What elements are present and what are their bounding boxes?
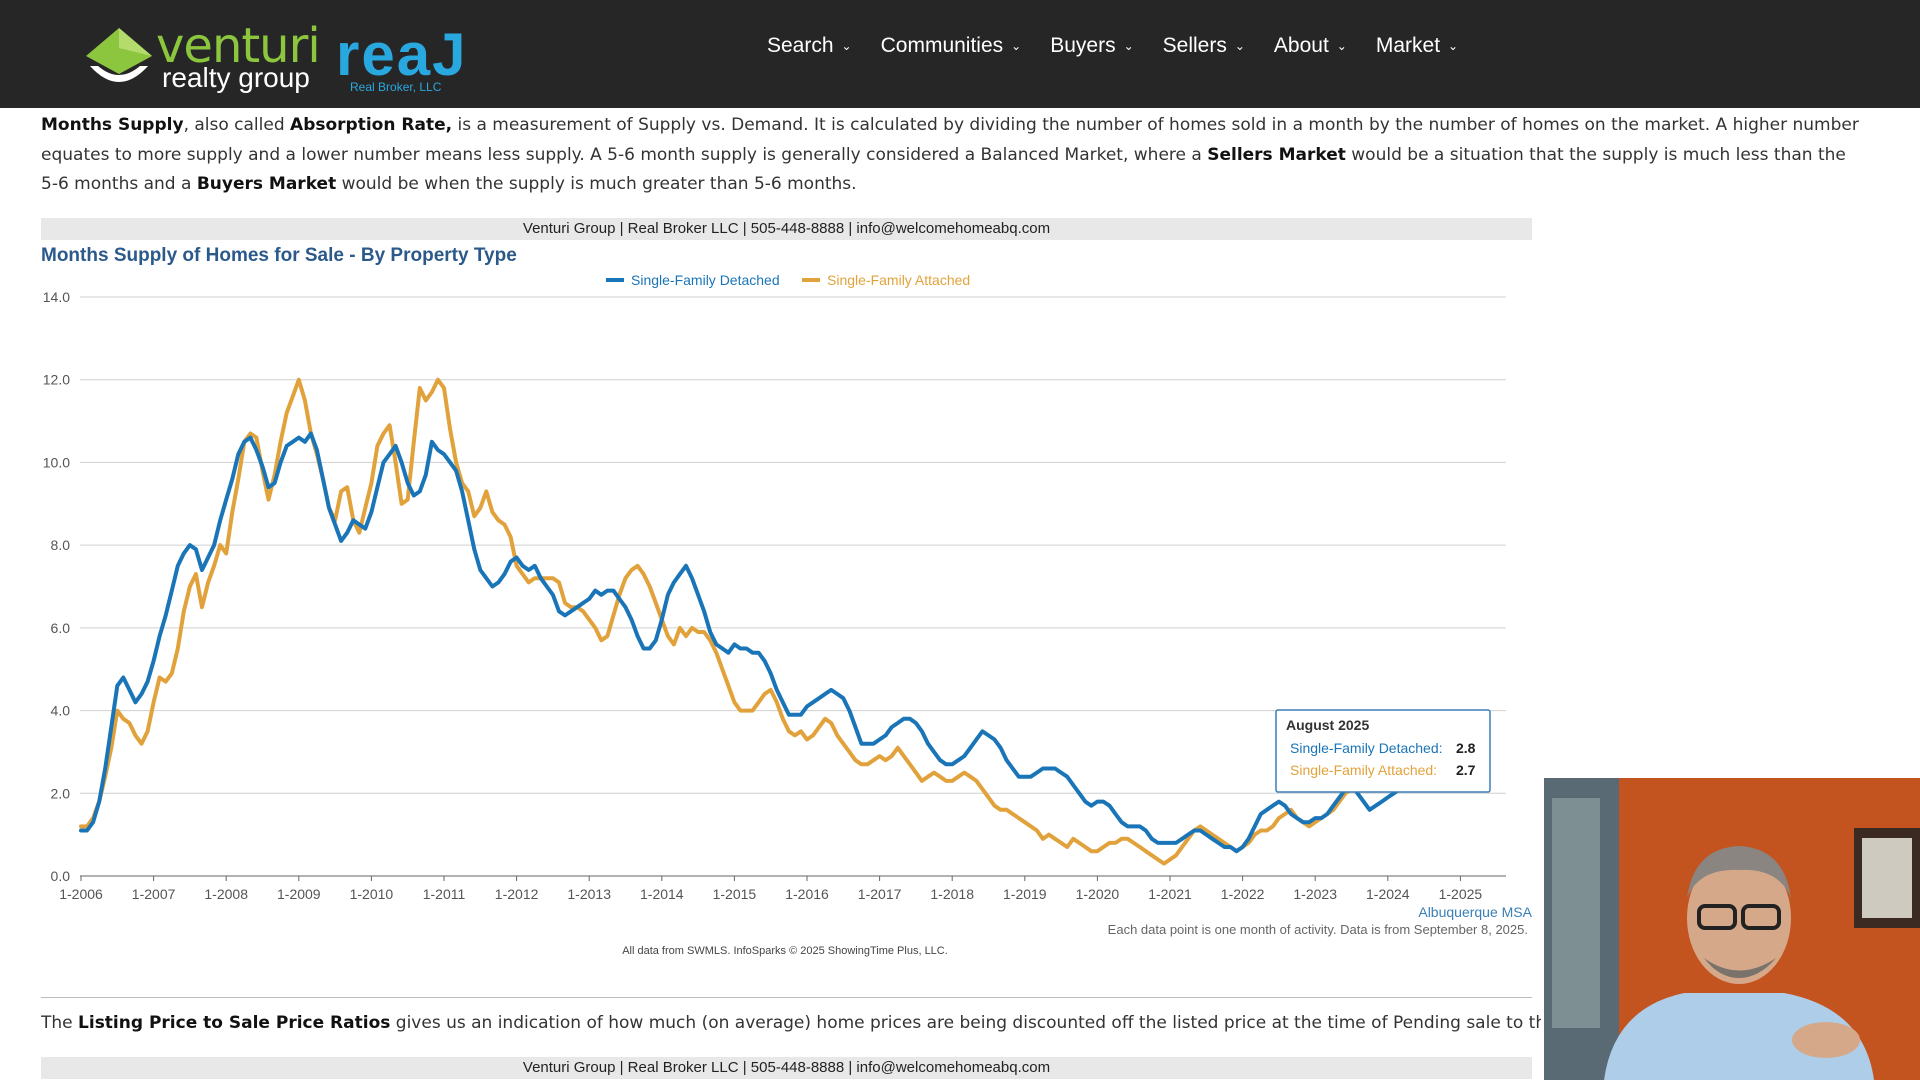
house-logo-icon bbox=[86, 28, 152, 82]
contact-banner: Venturi Group | Real Broker LLC | 505-44… bbox=[41, 218, 1532, 240]
chevron-down-icon: ⌄ bbox=[841, 39, 852, 53]
tooltip-label: Single-Family Detached: bbox=[1290, 740, 1443, 756]
y-tick-label: 12.0 bbox=[43, 372, 70, 388]
nav-sellers[interactable]: Sellers ⌄ bbox=[1163, 34, 1245, 58]
logo-sub-text: realty group bbox=[162, 62, 310, 93]
x-tick-label: 1-2020 bbox=[1076, 886, 1120, 902]
chevron-down-icon: ⌄ bbox=[1336, 39, 1347, 53]
chevron-down-icon: ⌄ bbox=[1123, 39, 1134, 53]
nav-label: Communities bbox=[880, 34, 1004, 57]
presenter-video[interactable] bbox=[1544, 778, 1920, 1080]
listing-ratio-paragraph: The Listing Price to Sale Price Ratios g… bbox=[41, 1009, 1541, 1039]
chevron-down-icon: ⌄ bbox=[1011, 39, 1022, 53]
nav-label: Market bbox=[1375, 34, 1441, 57]
tooltip-label: Single-Family Attached: bbox=[1290, 762, 1437, 778]
nav-label: Sellers bbox=[1162, 34, 1227, 57]
nav-label: Buyers bbox=[1050, 34, 1116, 57]
x-tick-label: 1-2023 bbox=[1293, 886, 1337, 902]
y-tick-label: 8.0 bbox=[51, 537, 71, 553]
tooltip-value: 2.7 bbox=[1456, 762, 1476, 778]
nav-label: Search bbox=[767, 34, 834, 57]
legend-label: Single-Family Attached bbox=[827, 272, 970, 288]
x-tick-label: 1-2010 bbox=[350, 886, 394, 902]
body-text: , also called bbox=[183, 115, 291, 135]
region-label: Albuquerque MSA bbox=[1418, 904, 1532, 920]
y-tick-label: 14.0 bbox=[43, 289, 70, 305]
contact-banner: Venturi Group | Real Broker LLC | 505-44… bbox=[41, 1057, 1532, 1079]
y-tick-label: 10.0 bbox=[43, 454, 70, 470]
logo-real-text: reaJ bbox=[336, 21, 468, 88]
series-line-attached bbox=[79, 377, 1402, 866]
site-logo[interactable]: venturi realty group reaJ Real Broker, L… bbox=[84, 18, 474, 98]
chart-title: Months Supply of Homes for Sale - By Pro… bbox=[41, 245, 517, 266]
bold-text: Listing Price to Sale Price Ratios bbox=[78, 1013, 391, 1033]
intro-paragraph: Months Supply, also called Absorption Ra… bbox=[41, 111, 1866, 200]
x-tick-label: 1-2014 bbox=[640, 886, 684, 902]
x-tick-label: 1-2024 bbox=[1366, 886, 1410, 902]
x-tick-label: 1-2016 bbox=[785, 886, 829, 902]
x-tick-label: 1-2019 bbox=[1003, 886, 1047, 902]
source-note: All data from SWMLS. InfoSparks © 2025 S… bbox=[622, 945, 948, 957]
y-tick-label: 0.0 bbox=[51, 868, 71, 884]
x-tick-label: 1-2011 bbox=[423, 886, 466, 902]
bold-text: Absorption Rate, bbox=[290, 115, 453, 135]
body-text: would be when the supply is much greater… bbox=[336, 174, 857, 194]
x-tick-label: 1-2008 bbox=[204, 886, 248, 902]
nav-market[interactable]: Market ⌄ bbox=[1376, 34, 1458, 58]
site-header: venturi realty group reaJ Real Broker, L… bbox=[0, 0, 1920, 108]
body-text: The bbox=[41, 1013, 79, 1033]
bold-text: Sellers Market bbox=[1207, 144, 1346, 165]
tooltip-title: August 2025 bbox=[1286, 717, 1369, 733]
nav-buyers[interactable]: Buyers ⌄ bbox=[1050, 34, 1133, 58]
x-tick-label: 1-2017 bbox=[858, 886, 902, 902]
presenter-image bbox=[1544, 778, 1920, 1080]
main-nav: Search ⌄ Communities ⌄ Buyers ⌄ Sellers ⌄ Ab… bbox=[767, 34, 1487, 58]
bold-text: Buyers Market bbox=[196, 174, 337, 194]
x-tick-label: 1-2015 bbox=[713, 886, 757, 902]
tooltip-value: 2.8 bbox=[1456, 740, 1476, 756]
y-tick-label: 6.0 bbox=[51, 620, 71, 636]
chevron-down-icon: ⌄ bbox=[1448, 39, 1459, 53]
x-tick-label: 1-2007 bbox=[132, 886, 176, 902]
y-tick-label: 2.0 bbox=[51, 785, 71, 801]
x-tick-label: 1-2013 bbox=[567, 886, 611, 902]
x-tick-label: 1-2018 bbox=[930, 886, 974, 902]
x-tick-label: 1-2012 bbox=[495, 886, 539, 902]
body-text: gives us an indication of how much (on a… bbox=[390, 1013, 1541, 1033]
divider bbox=[41, 997, 1532, 998]
nav-label: About bbox=[1273, 34, 1329, 57]
bold-text: Months Supply bbox=[41, 115, 184, 135]
nav-search[interactable]: Search ⌄ bbox=[767, 34, 852, 58]
data-note: Each data point is one month of activity… bbox=[1108, 922, 1528, 937]
x-tick-label: 1-2025 bbox=[1439, 886, 1483, 902]
legend-label: Single-Family Detached bbox=[631, 272, 780, 288]
nav-communities[interactable]: Communities ⌄ bbox=[881, 34, 1022, 58]
x-tick-label: 1-2009 bbox=[277, 886, 321, 902]
months-supply-chart: 0.0 2.0 4.0 6.0 8.0 10.0 12.0 14.0 1-2006 1-2007 1… bbox=[43, 272, 1533, 957]
x-tick-label: 1-2006 bbox=[59, 886, 103, 902]
x-tick-label: 1-2022 bbox=[1221, 886, 1265, 902]
series-line-detached bbox=[79, 431, 1469, 854]
nav-about[interactable]: About ⌄ bbox=[1274, 34, 1347, 58]
logo-broker-text: Real Broker, LLC bbox=[350, 80, 442, 94]
chevron-down-icon: ⌄ bbox=[1234, 39, 1245, 53]
x-tick-label: 1-2021 bbox=[1148, 886, 1192, 902]
y-tick-label: 4.0 bbox=[51, 703, 71, 719]
